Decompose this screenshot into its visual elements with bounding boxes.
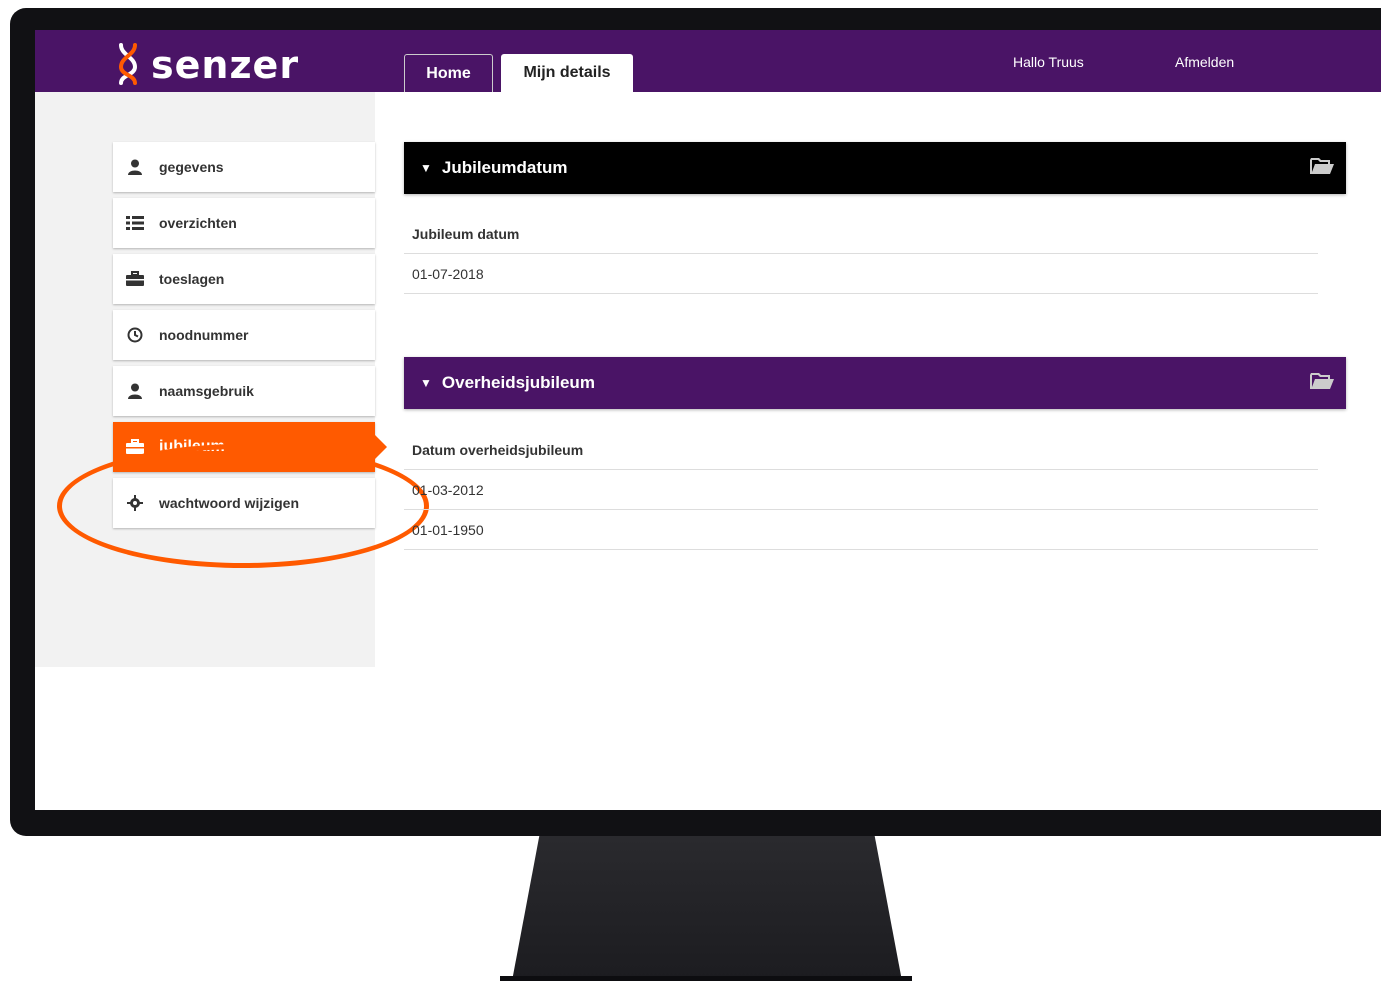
user-icon <box>126 382 144 400</box>
sidebar-item-label: toeslagen <box>159 271 225 287</box>
clock-icon <box>126 326 144 344</box>
sidebar-item-label: naamsgebruik <box>159 383 254 399</box>
gear-icon <box>126 494 144 512</box>
row-value: 01-03-2012 <box>412 481 484 498</box>
senzer-logo[interactable]: senzer <box>115 40 299 90</box>
app-screen: senzer Home Mijn details Hallo Truus Afm… <box>35 30 1381 810</box>
section-header-jubileumdatum[interactable]: ▼ Jubileumdatum <box>404 142 1346 194</box>
section-title: Jubileumdatum <box>441 158 568 177</box>
sidebar: gegevens overzichten toeslagen noodnumme… <box>35 92 429 667</box>
column-header: Jubileum datum <box>404 214 1318 254</box>
sidebar-item-jubileum[interactable]: jubileum <box>113 422 387 472</box>
sidebar-item-label: noodnummer <box>159 327 249 343</box>
column-header: Datum overheidsjubileum <box>404 430 1318 470</box>
sidebar-item-wachtwoord-wijzigen[interactable]: wachtwoord wijzigen <box>113 478 375 528</box>
monitor-stand-base <box>500 976 912 981</box>
user-icon <box>126 158 144 176</box>
monitor-stand <box>512 836 902 981</box>
sidebar-item-overzichten[interactable]: overzichten <box>113 198 375 248</box>
tab-home[interactable]: Home <box>404 54 493 92</box>
sidebar-item-label: gegevens <box>159 159 224 175</box>
sidebar-item-label: wachtwoord wijzigen <box>159 495 300 511</box>
briefcase-icon <box>126 438 144 456</box>
table-row: 01-03-2012 <box>404 470 1318 510</box>
sidebar-item-label: overzichten <box>159 215 237 231</box>
row-value: 01-01-1950 <box>412 521 484 538</box>
briefcase-icon <box>126 270 144 288</box>
column-header-label: Jubileum datum <box>412 225 520 242</box>
chevron-down-icon: ▼ <box>420 376 432 390</box>
row-value: 01-07-2018 <box>412 265 484 282</box>
sidebar-item-naamsgebruik[interactable]: naamsgebruik <box>113 366 375 416</box>
user-greeting: Hallo Truus <box>1013 54 1084 70</box>
top-navbar: senzer Home Mijn details Hallo Truus Afm… <box>35 30 1381 92</box>
folder-open-icon <box>1310 158 1334 174</box>
logout-link[interactable]: Afmelden <box>1175 54 1234 70</box>
sidebar-item-label: jubileum <box>159 438 225 455</box>
senzer-logo-mark-icon <box>118 43 138 85</box>
section-header-overheidsjubileum[interactable]: ▼ Overheidsjubileum <box>404 357 1346 409</box>
column-header-label: Datum overheidsjubileum <box>412 441 584 458</box>
chevron-down-icon: ▼ <box>420 161 432 175</box>
sidebar-item-gegevens[interactable]: gegevens <box>113 142 375 192</box>
list-icon <box>126 214 144 232</box>
sidebar-item-noodnummer[interactable]: noodnummer <box>113 310 375 360</box>
section-title: Overheidsjubileum <box>441 373 595 392</box>
tab-mijn-details[interactable]: Mijn details <box>501 54 633 92</box>
sidebar-item-toeslagen[interactable]: toeslagen <box>113 254 375 304</box>
logo-text: senzer <box>151 43 300 87</box>
table-row: 01-01-1950 <box>404 510 1318 550</box>
folder-open-icon <box>1310 373 1334 389</box>
table-row: 01-07-2018 <box>404 254 1318 294</box>
